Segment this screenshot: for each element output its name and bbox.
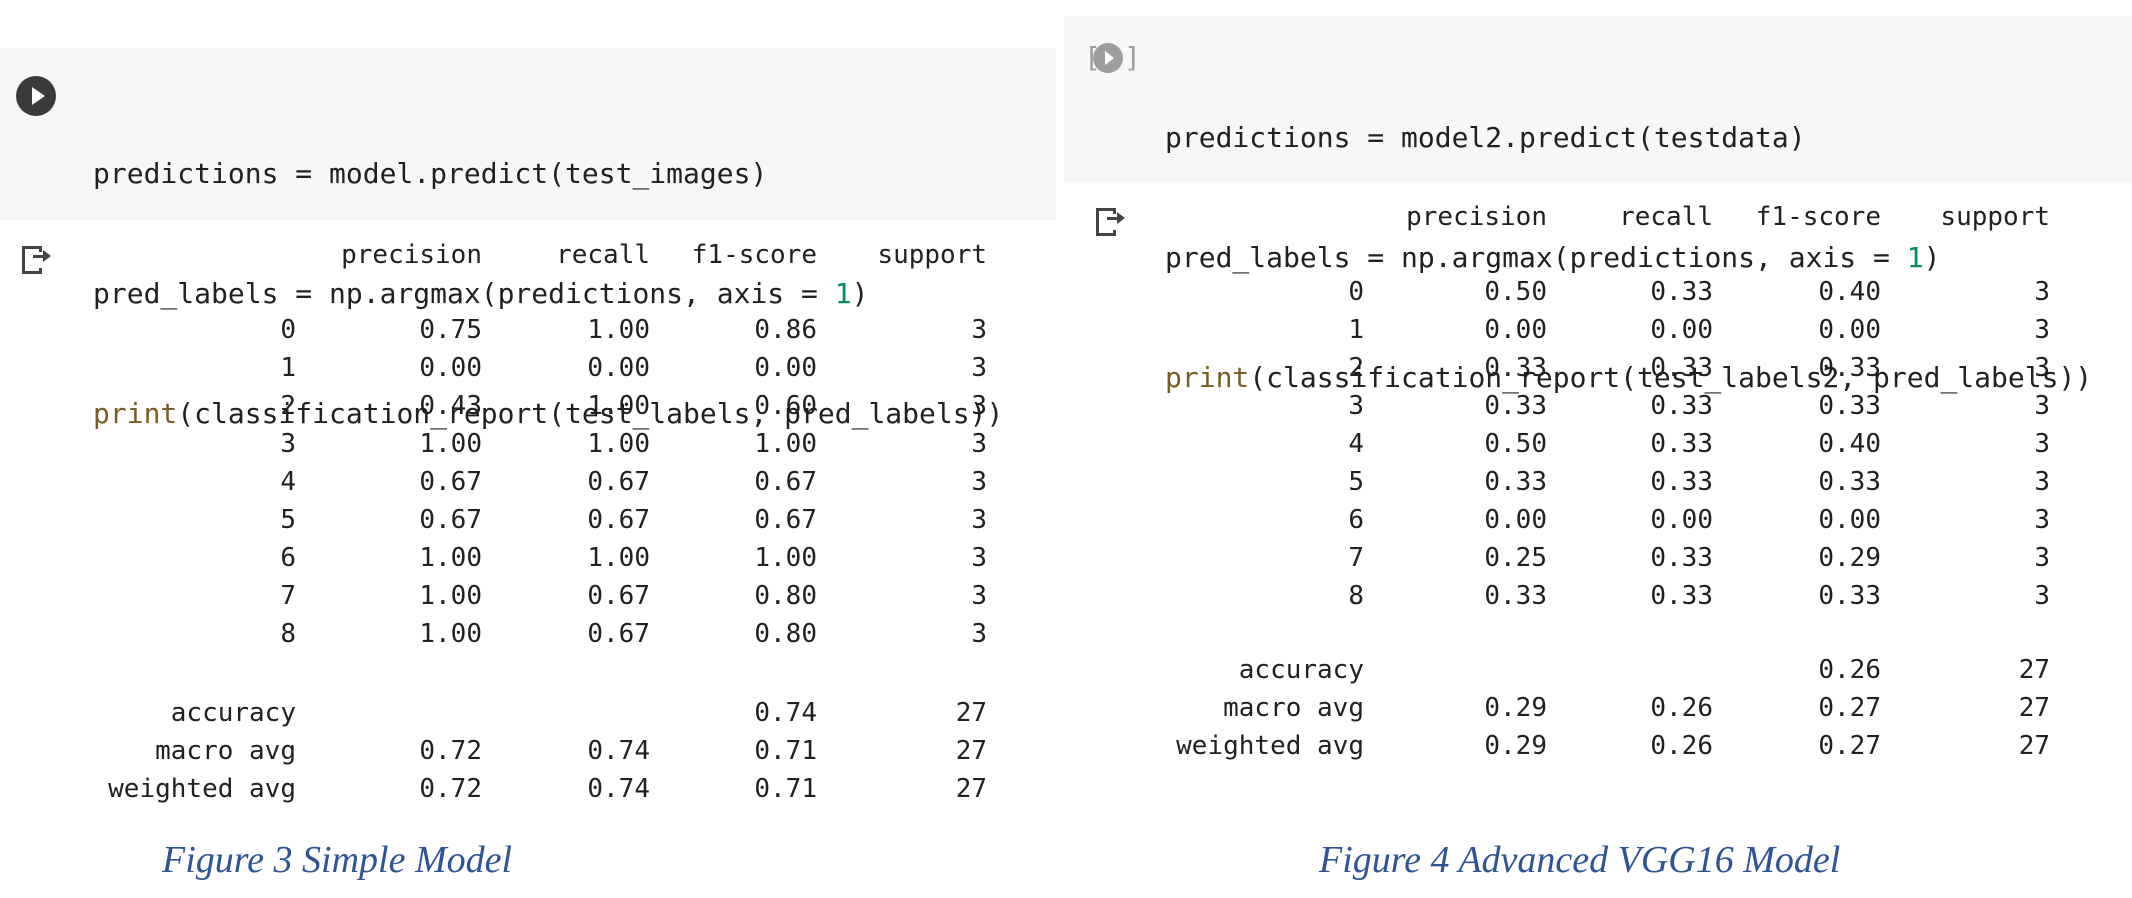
- report-cell: 3: [971, 429, 987, 459]
- code-line-2-close: ): [851, 277, 869, 310]
- report-cell: 3: [2034, 429, 2050, 459]
- run-icon: [1093, 43, 1123, 73]
- run-cell-button[interactable]: [16, 76, 56, 116]
- figure-caption: Figure 4 Advanced VGG16 Model: [1319, 839, 1841, 881]
- report-cell: 3: [971, 353, 987, 383]
- report-cell: 3: [971, 505, 987, 535]
- notebook-panel-simple-model: predictions = model.predict(test_images)…: [0, 0, 1060, 898]
- notebook-panel-vgg16-model: [ ] predictions = model2.predict(testdat…: [1064, 0, 2132, 898]
- number-literal: 1: [1906, 241, 1924, 274]
- code-line-2: pred_labels = np.argmax(predictions, axi…: [1165, 238, 2092, 278]
- report-cell: 27: [2018, 693, 2050, 723]
- report-cell: 3: [2034, 581, 2050, 611]
- code-line-1: predictions = model.predict(test_images): [93, 157, 768, 190]
- report-cell: accuracy: [1238, 655, 1364, 685]
- report-cell: 27: [955, 698, 987, 728]
- report-cell: 3: [2034, 277, 2050, 307]
- report-cell: 3: [971, 315, 987, 345]
- report-cell: 3: [971, 391, 987, 421]
- report-cell: 3: [971, 619, 987, 649]
- code-line-2-text: pred_labels = np.argmax(predictions, axi…: [1165, 241, 1907, 274]
- report-cell: 3: [2034, 315, 2050, 345]
- report-cell: 3: [971, 543, 987, 573]
- report-cell: 27: [2018, 731, 2050, 761]
- report-cell: support: [877, 240, 987, 270]
- report-cell: 27: [955, 774, 987, 804]
- number-literal: 1: [834, 277, 852, 310]
- bracket-right: ]: [1124, 41, 1141, 74]
- report-cell: 3: [2034, 505, 2050, 535]
- code-line-1: predictions = model2.predict(testdata): [1165, 121, 1806, 154]
- report-cell: 3: [2034, 543, 2050, 573]
- report-cell: 27: [955, 736, 987, 766]
- figure-caption: Figure 3 Simple Model: [162, 839, 513, 881]
- code-line-2: pred_labels = np.argmax(predictions, axi…: [93, 274, 1003, 314]
- report-cell: 3: [971, 581, 987, 611]
- report-cell: accuracy: [170, 698, 296, 728]
- code-line-2-text: pred_labels = np.argmax(predictions, axi…: [93, 277, 835, 310]
- report-cell: 3: [2034, 353, 2050, 383]
- output-redirect-icon[interactable]: [22, 244, 52, 274]
- report-cell: 3: [2034, 467, 2050, 497]
- report-cell: support: [1940, 202, 2050, 232]
- report-cell: 3: [971, 467, 987, 497]
- report-cell: 3: [2034, 391, 2050, 421]
- run-cell-button[interactable]: [ ]: [1084, 38, 1141, 78]
- code-line-2-close: ): [1923, 241, 1941, 274]
- report-cell: 27: [2018, 655, 2050, 685]
- output-redirect-icon[interactable]: [1096, 206, 1126, 236]
